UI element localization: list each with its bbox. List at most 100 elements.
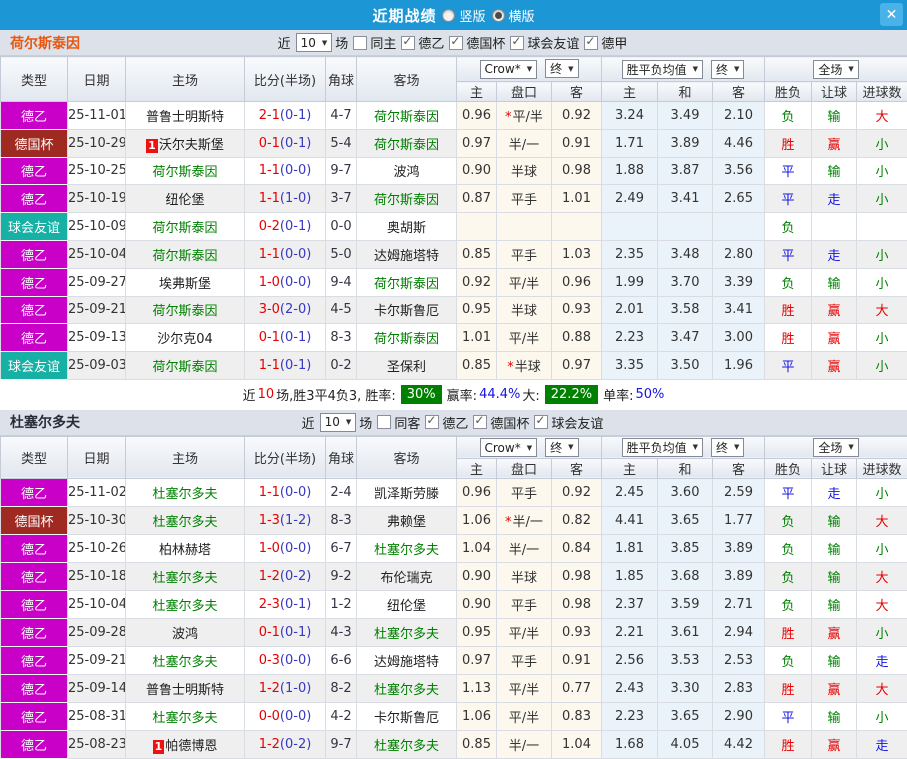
- mean-odds-select[interactable]: 胜平负均值▼: [622, 60, 703, 79]
- match-row: 德乙25-09-27埃弗斯堡1-0(0-0)9-4荷尔斯泰因0.92平/半0.9…: [1, 268, 907, 296]
- league-checkbox-3[interactable]: [510, 36, 524, 50]
- type-badge: 德国杯: [1, 129, 68, 157]
- match-score: 1-1(0-1): [245, 352, 326, 380]
- away-team-name: 圣保利: [387, 360, 426, 375]
- match-score: 1-1(0-0): [245, 240, 326, 268]
- away-team: 卡尔斯鲁厄: [357, 702, 457, 730]
- layout-radio-group: 横版: [492, 6, 535, 25]
- match-count-select[interactable]: 10▼: [320, 413, 357, 432]
- type-badge: 德乙: [1, 618, 68, 646]
- mean-home-odds: 1.85: [602, 562, 658, 590]
- corner-count: 6-6: [326, 646, 357, 674]
- league-label-3: 球会友谊: [551, 413, 603, 432]
- fulltime-score: 1-2: [259, 737, 280, 752]
- match-count-select[interactable]: 10▼: [296, 33, 333, 52]
- match-score: 1-0(0-0): [245, 268, 326, 296]
- league-checkbox-2[interactable]: [449, 36, 463, 50]
- home-team: 杜塞尔多夫: [126, 478, 245, 506]
- match-scope-select[interactable]: 全场▼: [813, 60, 858, 79]
- result-outcome: 胜: [765, 324, 812, 352]
- column-header: 客场: [357, 436, 457, 478]
- header-row-controls: 类型日期主场比分(半场)角球客场Crow*▼终▼胜平负均值▼终▼全场▼: [1, 436, 907, 458]
- result-goals: 小: [857, 240, 907, 268]
- mean-draw-odds: 3.41: [658, 185, 713, 213]
- column-subheader: 让球: [812, 458, 857, 478]
- handicap: 平手: [497, 240, 552, 268]
- league-checkbox-3[interactable]: [534, 415, 548, 429]
- column-subheader: 主: [457, 82, 497, 102]
- fulltime-score: 1-2: [259, 569, 280, 584]
- column-subheader: 和: [658, 82, 713, 102]
- odds-home: 0.87: [457, 185, 497, 213]
- result-goals: 走: [857, 730, 907, 758]
- fulltime-score: 1-1: [259, 358, 280, 373]
- odds-provider-select[interactable]: Crow*▼: [480, 60, 538, 79]
- odds-away: 0.98: [552, 157, 602, 185]
- mean-home-odds: 2.23: [602, 702, 658, 730]
- home-team-name: 杜塞尔多夫: [152, 599, 217, 614]
- league-checkbox-4[interactable]: [584, 36, 598, 50]
- mean-home-odds: 4.41: [602, 506, 658, 534]
- result-handicap: 赢: [812, 730, 857, 758]
- match-row: 德乙25-10-19纽伦堡1-1(1-0)3-7荷尔斯泰因0.87平手1.012…: [1, 185, 907, 213]
- league-label-2: 德国杯: [466, 33, 505, 52]
- column-header: 日期: [68, 57, 126, 102]
- match-scope-select[interactable]: 全场▼: [813, 438, 858, 457]
- mean-state-select[interactable]: 终▼: [711, 60, 744, 79]
- same-venue-checkbox[interactable]: [377, 415, 391, 429]
- mean-draw-odds: 3.48: [658, 240, 713, 268]
- fulltime-score: 1-2: [259, 681, 280, 696]
- summary-text: 10: [258, 387, 275, 402]
- odds-state-select[interactable]: 终▼: [545, 438, 578, 457]
- chevron-down-icon: ▼: [568, 443, 573, 451]
- league-checkbox-1[interactable]: [401, 36, 415, 50]
- radio-vertical-layout[interactable]: [442, 9, 455, 22]
- result-handicap: 赢: [812, 674, 857, 702]
- match-row: 德乙25-09-14普鲁士明斯特1-2(1-0)8-2杜塞尔多夫1.13平/半0…: [1, 674, 907, 702]
- match-score: 3-0(2-0): [245, 296, 326, 324]
- match-row: 德乙25-09-21杜塞尔多夫0-3(0-0)6-6达姆施塔特0.97平手0.9…: [1, 646, 907, 674]
- column-subheader: 进球数: [857, 82, 907, 102]
- handicap-text: 半/一: [509, 138, 539, 153]
- mean-odds-select[interactable]: 胜平负均值▼: [622, 438, 703, 457]
- match-scope-select-label: 全场: [818, 61, 842, 78]
- result-handicap: 输: [812, 506, 857, 534]
- home-team-name: 荷尔斯泰因: [152, 221, 217, 236]
- halftime-score: (0-1): [280, 597, 311, 612]
- near-label: 近: [278, 33, 291, 52]
- same-venue-checkbox[interactable]: [353, 36, 367, 50]
- result-outcome: 平: [765, 352, 812, 380]
- home-team-name: 柏林赫塔: [159, 543, 211, 558]
- odds-away: [552, 213, 602, 241]
- odds-home: 0.90: [457, 562, 497, 590]
- home-team: 普鲁士明斯特: [126, 674, 245, 702]
- match-count-select-label: 10: [301, 36, 316, 50]
- away-team: 凯泽斯劳滕: [357, 478, 457, 506]
- summary-text: 50%: [635, 387, 664, 402]
- home-team: 埃弗斯堡: [126, 268, 245, 296]
- match-row: 德乙25-09-28波鸿0-1(0-1)4-3杜塞尔多夫0.95平/半0.932…: [1, 618, 907, 646]
- handicap: 平手: [497, 590, 552, 618]
- league-checkbox-1[interactable]: [425, 415, 439, 429]
- column-header: 类型: [1, 57, 68, 102]
- league-checkbox-2[interactable]: [473, 415, 487, 429]
- handicap: 半/一: [497, 129, 552, 157]
- mean-draw-odds: 4.05: [658, 730, 713, 758]
- home-team-name: 沙尔克04: [157, 332, 213, 347]
- home-team-name: 杜塞尔多夫: [152, 487, 217, 502]
- handicap-text: 平手: [511, 487, 537, 502]
- odds-state-select-label: 终: [550, 439, 562, 456]
- mean-state-select[interactable]: 终▼: [711, 438, 744, 457]
- mean-home-odds: 2.35: [602, 240, 658, 268]
- radio-horizontal-layout[interactable]: [492, 9, 505, 22]
- odds-away: 0.93: [552, 618, 602, 646]
- odds-provider-select[interactable]: Crow*▼: [480, 438, 538, 457]
- match-score: 1-1(0-0): [245, 478, 326, 506]
- mean-draw-odds: 3.59: [658, 590, 713, 618]
- match-date: 25-09-27: [68, 268, 126, 296]
- odds-state-select[interactable]: 终▼: [545, 59, 578, 78]
- odds-away: 0.97: [552, 352, 602, 380]
- close-button[interactable]: ✕: [880, 3, 903, 26]
- match-row: 德国杯25-10-291沃尔夫斯堡0-1(0-1)5-4荷尔斯泰因0.97半/一…: [1, 129, 907, 157]
- results-table-1: 类型日期主场比分(半场)角球客场Crow*▼终▼胜平负均值▼终▼全场▼主盘口客主…: [0, 56, 907, 380]
